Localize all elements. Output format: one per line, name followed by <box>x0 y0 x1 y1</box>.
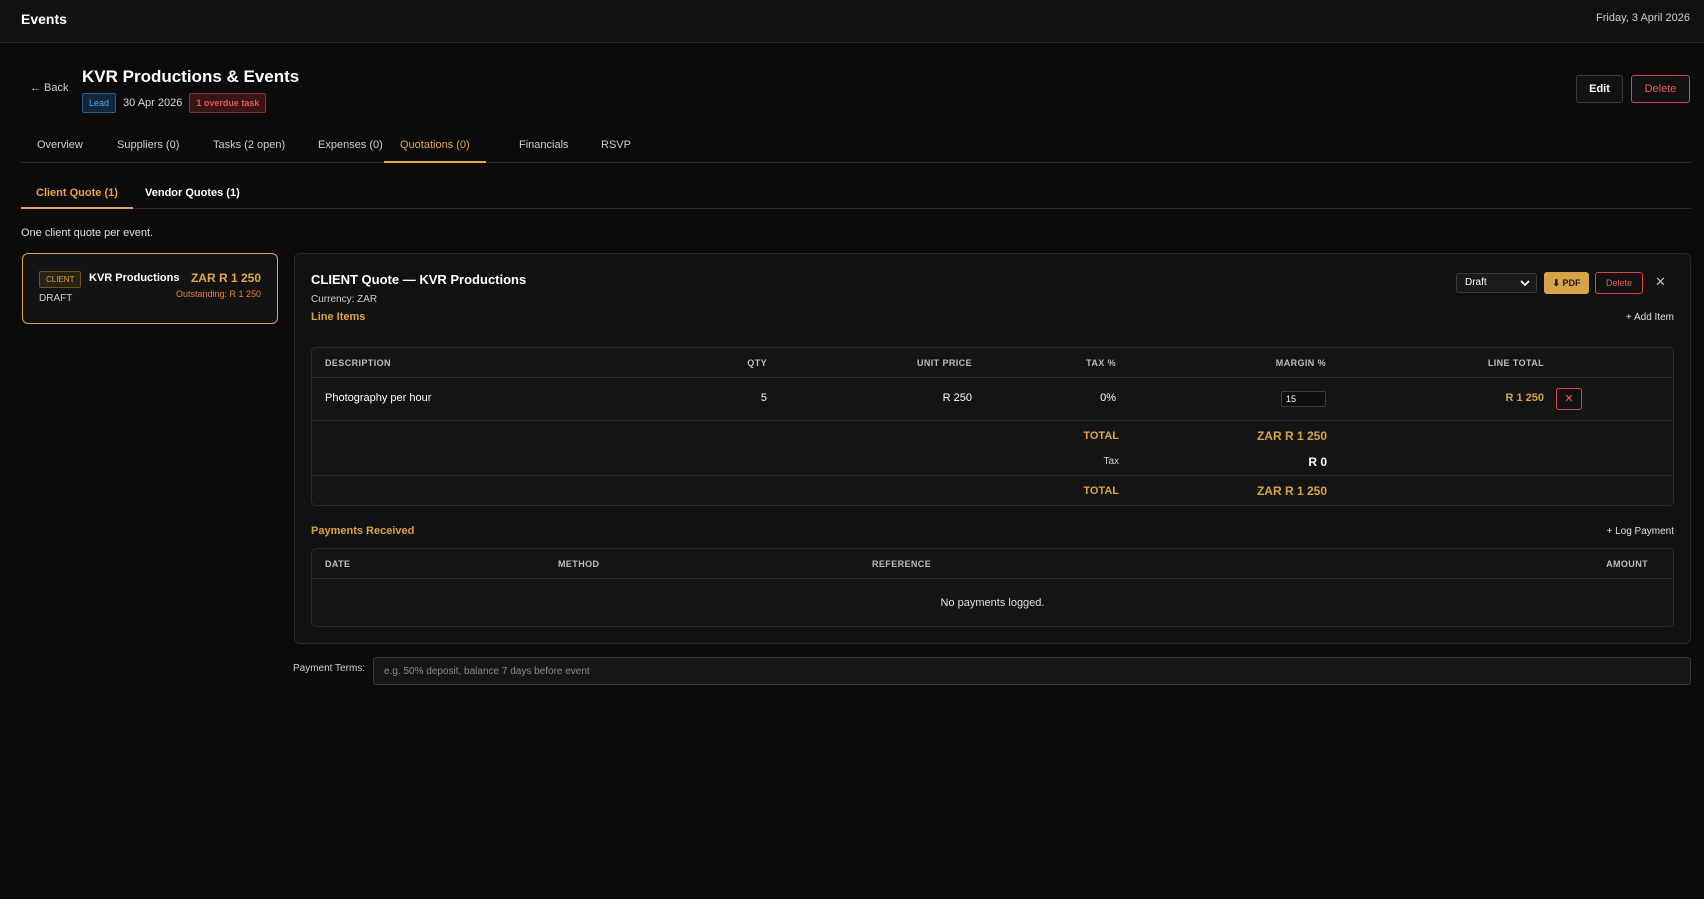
stage-badge: Lead <box>82 93 117 113</box>
col-qty: QTY <box>747 358 767 368</box>
payments-table: DATE METHOD REFERENCE AMOUNT No payments… <box>311 548 1674 627</box>
col-margin: MARGIN % <box>1275 358 1326 368</box>
remove-item-icon[interactable]: ✕ <box>1556 388 1582 410</box>
tab-quotations[interactable]: Quotations (0) <box>384 139 486 163</box>
event-meta: Lead 30 Apr 2026 1 overdue task <box>82 93 267 113</box>
chevron-down-icon <box>1520 276 1530 293</box>
col-tax: TAX % <box>1086 358 1116 368</box>
col-line-total: LINE TOTAL <box>1487 358 1544 368</box>
quote-currency: Currency: ZAR <box>311 294 378 305</box>
log-payment-button[interactable]: + Log Payment <box>1606 526 1674 537</box>
table-header: DESCRIPTION QTY UNIT PRICE TAX % MARGIN … <box>312 348 1673 378</box>
tab-rsvp[interactable]: RSVP <box>601 139 631 163</box>
delete-quote-button[interactable]: Delete <box>1595 272 1643 294</box>
line-items-heading: Line Items <box>311 311 366 323</box>
quote-outstanding: Outstanding: R 1 250 <box>175 289 261 299</box>
col-amount: AMOUNT <box>1606 559 1648 569</box>
payments-heading: Payments Received <box>311 525 415 537</box>
quote-type-badge: CLIENT <box>39 271 82 288</box>
edit-button[interactable]: Edit <box>1576 75 1623 103</box>
item-qty: 5 <box>760 392 767 404</box>
close-icon[interactable]: ✕ <box>1655 274 1666 290</box>
item-unit-price: R 250 <box>942 392 972 404</box>
col-description: DESCRIPTION <box>325 358 391 368</box>
quote-status: DRAFT <box>39 293 73 304</box>
quote-status-value: Draft <box>1465 277 1487 288</box>
col-unit-price: UNIT PRICE <box>916 358 972 368</box>
quote-amount: ZAR R 1 250 <box>190 271 261 285</box>
tab-expenses[interactable]: Expenses (0) <box>318 139 383 163</box>
payment-terms-label: Payment Terms: <box>293 663 366 674</box>
tab-suppliers[interactable]: Suppliers (0) <box>117 139 179 163</box>
item-line-total: R 1 250 <box>1505 392 1544 404</box>
back-link[interactable]: ← Back <box>30 82 69 94</box>
tab-tasks[interactable]: Tasks (2 open) <box>213 139 285 163</box>
current-date: Friday, 3 April 2026 <box>1596 12 1690 24</box>
payment-terms-input[interactable] <box>373 657 1691 685</box>
tab-financials[interactable]: Financials <box>519 139 569 163</box>
event-tabs: Overview Suppliers (0) Tasks (2 open) Ex… <box>21 135 1691 163</box>
subtotal-value: ZAR R 1 250 <box>1256 429 1327 443</box>
item-description: Photography per hour <box>325 392 432 404</box>
top-bar: Events Friday, 3 April 2026 <box>0 0 1704 43</box>
col-date: DATE <box>325 559 351 569</box>
table-header: DATE METHOD REFERENCE AMOUNT <box>312 549 1673 579</box>
subtab-vendor-quotes[interactable]: Vendor Quotes (1) <box>145 187 240 209</box>
tax-label: Tax <box>1103 456 1119 467</box>
quote-list-item[interactable]: CLIENT KVR Productions DRAFT ZAR R 1 250… <box>22 253 278 324</box>
app-title: Events <box>21 11 67 27</box>
total-divider <box>312 475 1673 476</box>
payments-empty-state: No payments logged. <box>940 597 1045 609</box>
quote-client-name: KVR Productions <box>89 272 180 284</box>
quote-title: CLIENT Quote — KVR Productions <box>311 272 527 287</box>
download-pdf-button[interactable]: ⬇ PDF <box>1544 272 1589 294</box>
delete-event-button[interactable]: Delete <box>1631 75 1690 103</box>
quote-subtabs: Client Quote (1) Vendor Quotes (1) <box>21 183 1691 209</box>
tax-value: R 0 <box>1308 455 1327 469</box>
total-label: TOTAL <box>1083 485 1119 497</box>
margin-input[interactable] <box>1281 391 1326 407</box>
info-note: One client quote per event. <box>21 227 154 239</box>
item-tax: 0% <box>1100 392 1116 404</box>
col-reference: REFERENCE <box>872 559 932 569</box>
event-date: 30 Apr 2026 <box>123 97 183 109</box>
subtab-client-quote[interactable]: Client Quote (1) <box>21 187 133 209</box>
overdue-badge[interactable]: 1 overdue task <box>189 93 267 113</box>
col-method: METHOD <box>558 559 600 569</box>
quote-detail-panel: CLIENT Quote — KVR Productions Currency:… <box>294 253 1691 644</box>
subtotal-label: TOTAL <box>1083 430 1119 442</box>
page-title: KVR Productions & Events <box>82 67 300 86</box>
tab-overview[interactable]: Overview <box>37 139 83 163</box>
quote-status-select[interactable]: Draft <box>1456 273 1537 293</box>
add-item-button[interactable]: + Add Item <box>1626 312 1674 323</box>
total-value: ZAR R 1 250 <box>1256 484 1327 498</box>
row-divider <box>312 420 1673 421</box>
line-items-table: DESCRIPTION QTY UNIT PRICE TAX % MARGIN … <box>311 347 1674 506</box>
